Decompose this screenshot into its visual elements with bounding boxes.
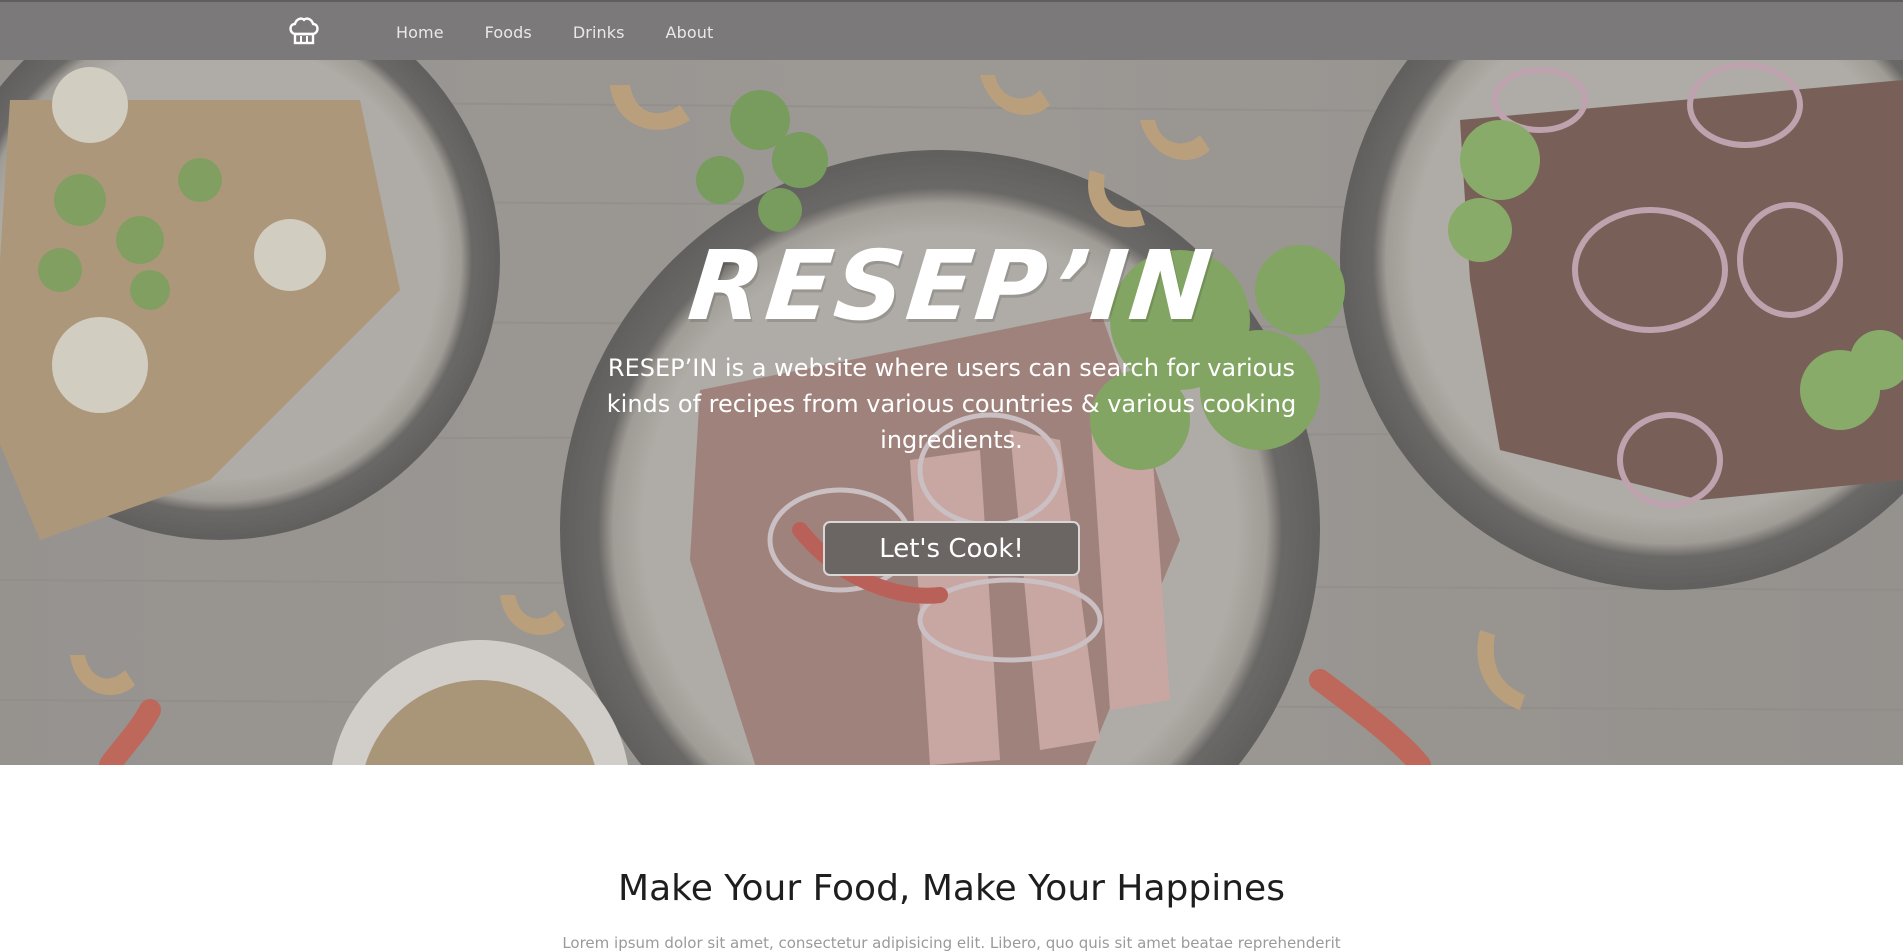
navbar: Home Foods Drinks About xyxy=(0,0,1903,60)
section-title: Make Your Food, Make Your Happines xyxy=(618,868,1285,909)
nav-link-foods[interactable]: Foods xyxy=(485,23,532,42)
hero-title: RESEP’IN xyxy=(683,230,1220,342)
nav-links: Home Foods Drinks About xyxy=(396,2,754,62)
hero-description: RESEP’IN is a website where users can se… xyxy=(606,354,1297,454)
hero-section: RESEP’IN RESEP’IN is a website where use… xyxy=(0,60,1903,765)
nav-link-home[interactable]: Home xyxy=(396,23,444,42)
nav-link-drinks[interactable]: Drinks xyxy=(573,23,625,42)
nav-link-about[interactable]: About xyxy=(666,23,714,42)
chef-hat-icon[interactable] xyxy=(288,16,320,46)
section-text: Lorem ipsum dolor sit amet, consectetur … xyxy=(562,934,1341,952)
lets-cook-button[interactable]: Let's Cook! xyxy=(823,521,1080,576)
